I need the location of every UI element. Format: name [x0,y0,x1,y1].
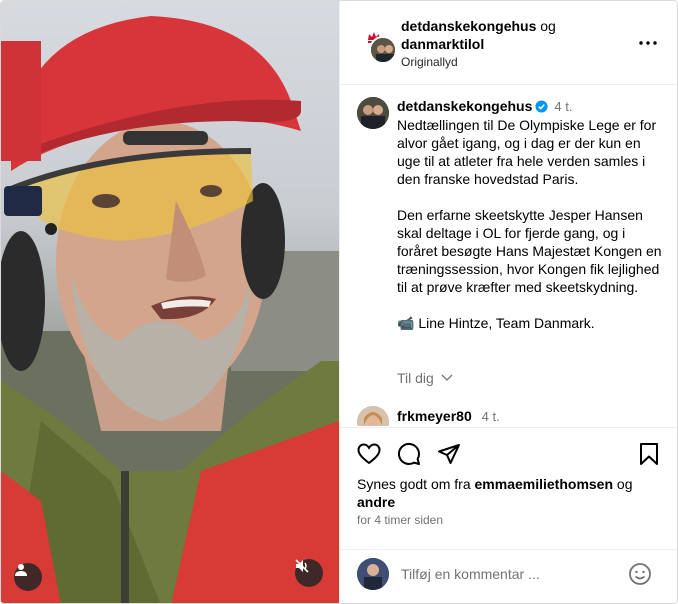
heart-icon [357,443,381,465]
comment-item: frkmeyer80 4 t. [397,408,500,424]
caption-credit: 📹 Line Hintze, Team Danmark. [397,315,595,331]
author-joiner: og [540,18,556,34]
person-icon [15,564,27,576]
caption: detdanskekongehus 4 t. Nedtællingen til D… [397,97,663,332]
see-translation-link[interactable]: Til dig [397,370,453,386]
likes-user[interactable]: emmaemiliethomsen [475,476,614,492]
avatar-photo [357,406,389,426]
mute-toggle-button[interactable] [295,559,323,587]
comments-section[interactable]: detdanskekongehus 4 t. Nedtællingen til D… [340,86,677,426]
coauthor-avatar[interactable] [369,36,397,64]
caption-paragraph-1: Nedtællingen til De Olympiske Lege er fo… [397,117,657,187]
chevron-down-icon [441,374,453,381]
post-header: detdanskekongehus og danmarktilol Origin… [340,1,677,85]
coauthor-username[interactable]: danmarktilol [401,36,484,52]
post-actions: Synes godt om fra emmaemiliethomsen og a… [340,427,677,549]
likes-summary[interactable]: Synes godt om fra emmaemiliethomsen og a… [357,475,657,511]
comment-bubble-icon [397,442,420,465]
instagram-post-modal: detdanskekongehus og danmarktilol Origin… [0,0,678,604]
add-comment-bar [340,549,677,603]
comment-button[interactable] [395,440,423,468]
post-timestamp[interactable]: for 4 timer siden [357,513,443,527]
post-video[interactable] [1,1,339,603]
more-options-button[interactable] [636,33,660,53]
save-button[interactable] [635,440,663,468]
audio-label[interactable]: Originallyd [401,54,621,71]
share-button[interactable] [435,440,463,468]
caption-paragraph-2: Den erfarne skeetskytte Jesper Hansen sk… [397,207,662,295]
likes-joiner: og [616,476,633,492]
video-frame-illustration [1,16,339,603]
comment-time: 4 t. [481,409,500,424]
tagged-users-button[interactable] [14,563,42,591]
avatar-photo [357,558,389,590]
commenter-username[interactable]: frkmeyer80 [397,408,472,424]
paper-plane-icon [438,444,460,464]
speaker-muted-icon [295,559,309,573]
more-dots-icon [639,41,657,45]
likes-others[interactable]: andre [357,494,395,510]
avatar-photo [357,97,389,129]
avatar-photo [371,38,395,62]
emoji-smile-icon [629,563,651,585]
like-button[interactable] [355,440,383,468]
bookmark-icon [640,443,658,465]
likes-prefix: Synes godt om fra [357,476,471,492]
collab-avatars[interactable] [360,23,400,64]
caption-time: 4 t. [554,99,573,114]
caption-avatar[interactable] [357,97,389,129]
post-side-panel: detdanskekongehus og danmarktilol Origin… [339,1,677,603]
comment-input[interactable] [401,562,621,586]
verified-badge-icon [535,100,548,113]
caption-username[interactable]: detdanskekongehus [397,98,532,114]
post-authors: detdanskekongehus og danmarktilol Origin… [401,17,621,71]
author-username[interactable]: detdanskekongehus [401,18,536,34]
current-user-avatar[interactable] [357,558,389,590]
emoji-button[interactable] [626,560,654,588]
see-translation-label: Til dig [397,370,434,386]
commenter-avatar[interactable] [357,406,389,426]
